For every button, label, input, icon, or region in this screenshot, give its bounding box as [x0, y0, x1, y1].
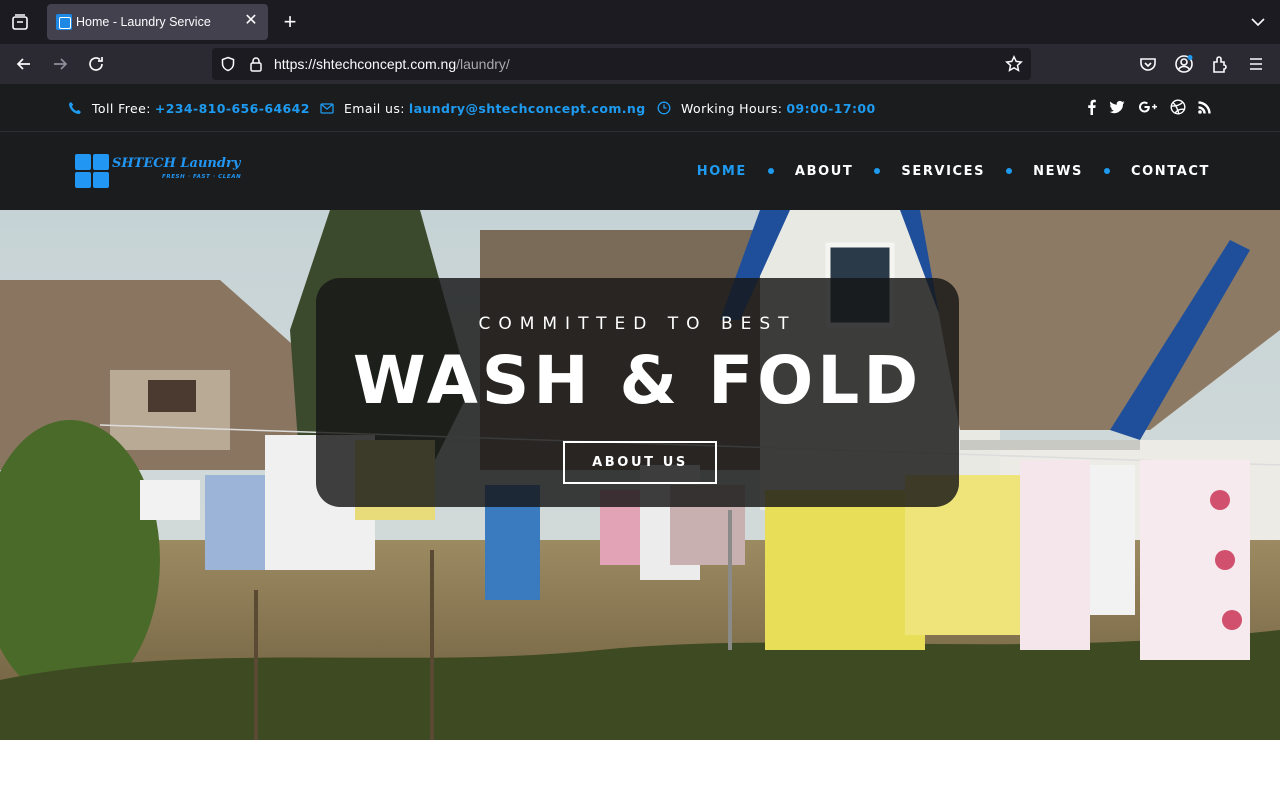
logo-tagline: FRESH · FAST · CLEAN: [162, 174, 242, 180]
reload-icon[interactable]: [86, 54, 106, 74]
url-text[interactable]: https://shtechconcept.com.ng/laundry/: [274, 56, 510, 72]
phone-icon: [69, 102, 81, 114]
nav-item-news[interactable]: NEWS: [1033, 164, 1083, 179]
bookmark-star-icon[interactable]: [1005, 55, 1023, 73]
pocket-icon[interactable]: [1138, 54, 1158, 74]
account-icon[interactable]: [1174, 54, 1194, 74]
twitter-icon[interactable]: [1108, 98, 1126, 116]
address-bar[interactable]: https://shtechconcept.com.ng/laundry/: [212, 48, 1031, 80]
tab-list-chevron-icon[interactable]: [1248, 12, 1268, 32]
lock-icon[interactable]: [248, 56, 264, 72]
firefox-view-icon[interactable]: [10, 12, 30, 32]
nav-separator-dot: [767, 168, 774, 174]
google-plus-icon[interactable]: [1138, 98, 1158, 116]
toll-free-number[interactable]: +234-810-656-64642: [155, 101, 310, 116]
nav-separator-dot: [1006, 168, 1013, 174]
browser-tab-bar: Home - Laundry Service ✕ +: [0, 0, 1280, 44]
new-tab-icon[interactable]: +: [280, 11, 300, 33]
nav-separator-dot: [874, 168, 881, 174]
hero-title: WASH & FOLD: [352, 342, 923, 419]
forward-arrow-icon[interactable]: [50, 54, 70, 74]
dribbble-icon[interactable]: [1169, 98, 1187, 116]
tab-close-icon[interactable]: ✕: [242, 12, 260, 30]
working-hours-value: 09:00-17:00: [786, 100, 876, 116]
site-favicon-icon: [56, 14, 72, 30]
browser-nav-bar: https://shtechconcept.com.ng/laundry/: [0, 44, 1280, 84]
about-us-button[interactable]: ABOUT US: [563, 441, 717, 484]
facebook-icon[interactable]: [1083, 98, 1101, 116]
contact-top-bar: Toll Free: +234-810-656-64642 Email us: …: [0, 84, 1280, 132]
hero-banner: COMMITTED TO BEST WASH & FOLD ABOUT US: [0, 210, 1280, 740]
nav-item-about[interactable]: ABOUT: [795, 164, 853, 179]
site-header: SHTECH Laundry FRESH · FAST · CLEAN HOME…: [0, 132, 1280, 210]
working-hours-info: Working Hours: 09:00-17:00: [657, 84, 876, 132]
url-path: /laundry/: [456, 56, 510, 72]
hero-kicker: COMMITTED TO BEST: [478, 314, 797, 334]
nav-item-home[interactable]: HOME: [697, 164, 747, 179]
envelope-icon: [320, 103, 334, 114]
rss-icon[interactable]: [1196, 98, 1214, 116]
logo-name: SHTECH Laundry: [112, 156, 241, 171]
working-hours-label: Working Hours:: [681, 100, 783, 116]
hamburger-menu-icon[interactable]: [1246, 54, 1266, 74]
browser-tab-active[interactable]: Home - Laundry Service ✕: [47, 4, 268, 40]
email-label: Email us:: [344, 100, 405, 116]
tab-title: Home - Laundry Service: [76, 15, 211, 29]
back-arrow-icon[interactable]: [14, 54, 34, 74]
hero-caption-panel: COMMITTED TO BEST WASH & FOLD ABOUT US: [316, 278, 959, 507]
laundry-logo-icon: [75, 154, 111, 190]
email-address-link[interactable]: laundry@shtechconcept.com.ng: [409, 101, 646, 116]
toll-free-label: Toll Free:: [92, 100, 151, 116]
clock-icon: [657, 101, 671, 115]
url-host: https://shtechconcept.com.ng: [274, 56, 457, 72]
nav-item-contact[interactable]: CONTACT: [1131, 164, 1210, 179]
main-nav: HOME ABOUT SERVICES NEWS CONTACT: [697, 132, 1210, 210]
nav-item-services[interactable]: SERVICES: [901, 164, 985, 179]
tracking-protection-shield-icon[interactable]: [220, 56, 236, 72]
toll-free-info: Toll Free: +234-810-656-64642: [68, 84, 310, 132]
extensions-icon[interactable]: [1210, 54, 1230, 74]
site-logo[interactable]: SHTECH Laundry FRESH · FAST · CLEAN: [75, 154, 241, 192]
nav-separator-dot: [1104, 168, 1110, 174]
page-content-start: [0, 740, 1280, 800]
email-info: Email us: laundry@shtechconcept.com.ng: [320, 84, 646, 132]
